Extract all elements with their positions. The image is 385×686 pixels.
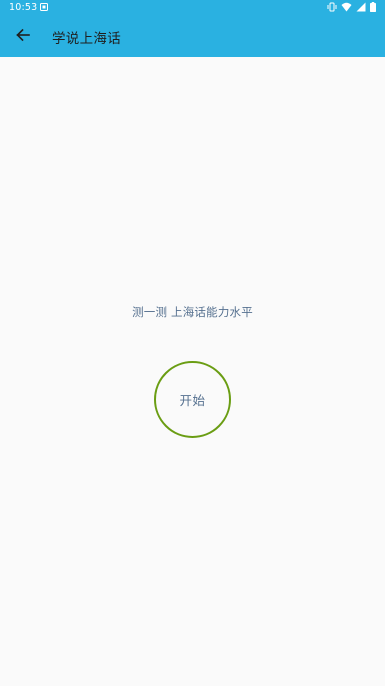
battery-icon <box>370 1 376 15</box>
back-button[interactable] <box>12 25 34 47</box>
app-bar: 10:53 学说上海话 <box>0 0 385 57</box>
arrow-back-icon <box>16 27 30 46</box>
page-title: 学说上海话 <box>52 31 121 47</box>
start-button[interactable]: 开始 <box>154 361 231 438</box>
wifi-icon <box>341 2 352 15</box>
status-icons <box>327 1 376 15</box>
status-time: 10:53 <box>9 2 38 13</box>
test-prompt: 测一测 上海话能力水平 <box>132 305 253 319</box>
signal-icon <box>356 2 366 15</box>
start-button-label: 开始 <box>179 393 206 408</box>
vibrate-icon <box>327 2 337 15</box>
status-bar: 10:53 <box>0 0 385 16</box>
notification-icon <box>40 3 48 11</box>
toolbar: 学说上海话 <box>0 16 385 57</box>
